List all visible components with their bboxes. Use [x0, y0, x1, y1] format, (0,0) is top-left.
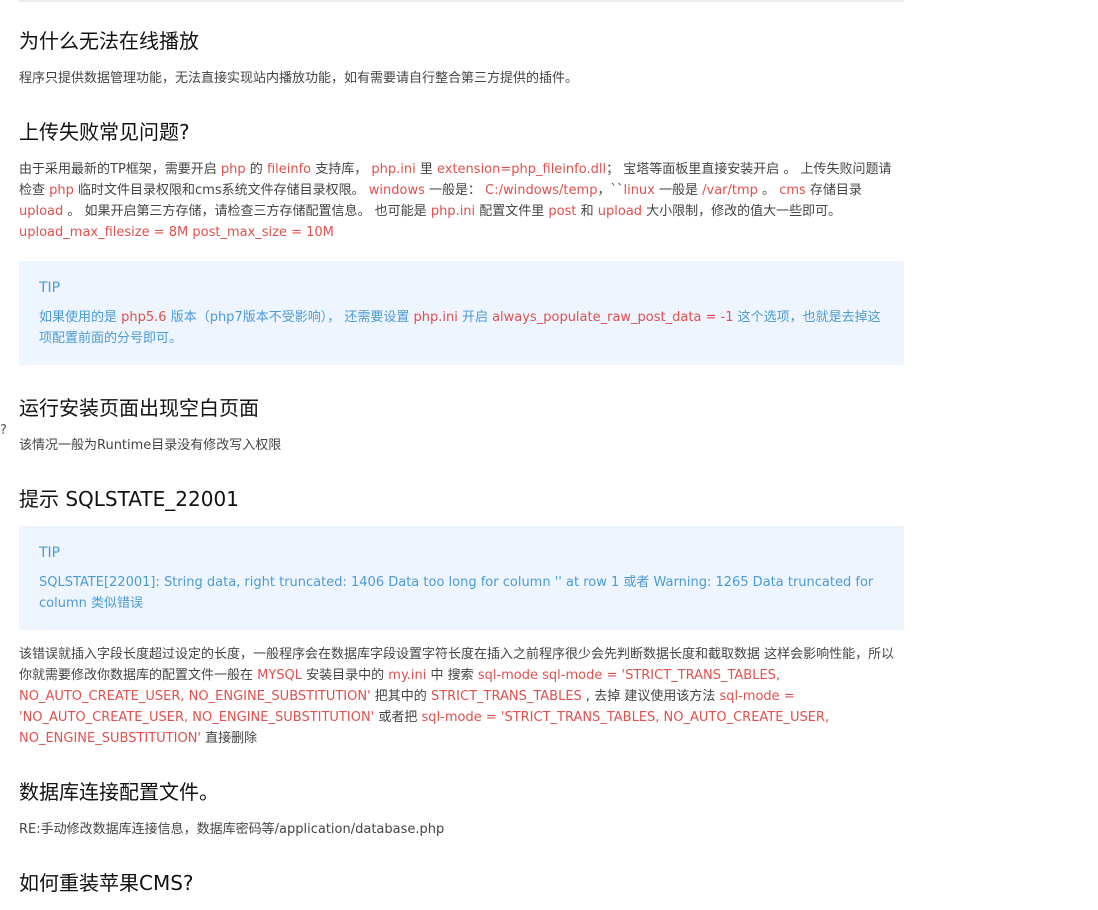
text: 直接删除: [201, 731, 258, 746]
code-inline: C:/windows/temp: [485, 183, 598, 198]
text: 的: [245, 162, 267, 177]
code-inline: cms: [779, 183, 806, 198]
heading-upload-failure: 上传失败常见问题?: [19, 120, 190, 144]
section-upload-failure: 上传失败常见问题? 由于采用最新的TP框架，需要开启 php 的 fileinf…: [19, 117, 904, 365]
text: 或者把: [374, 710, 422, 725]
top-divider: [19, 0, 904, 2]
code-inline: fileinfo: [266, 162, 312, 177]
heading-db-config: 数据库连接配置文件。: [19, 780, 219, 804]
tip-title: TIP: [39, 280, 61, 296]
text: 开启: [457, 310, 493, 325]
code-inline: always_populate_raw_post_data = -1: [492, 310, 734, 325]
section-online-play: 为什么无法在线播放 程序只提供数据管理功能，无法直接实现站内播放功能，如有需要请…: [19, 26, 904, 89]
paragraph-online-play: 程序只提供数据管理功能，无法直接实现站内播放功能，如有需要请自行整合第三方提供的…: [19, 71, 579, 86]
faq-content: 为什么无法在线播放 程序只提供数据管理功能，无法直接实现站内播放功能，如有需要请…: [19, 26, 904, 910]
text: 大小限制，修改的值大一些即可。: [642, 204, 842, 219]
code-inline: my.ini: [388, 668, 427, 683]
code-inline: STRICT_TRANS_TABLES: [430, 689, 582, 704]
paragraph-sqlstate: 该错误就插入字段长度超过设定的长度，一般程序会在数据库字段设置字符长度在插入之前…: [19, 644, 904, 749]
text: 。: [757, 183, 780, 198]
code-inline: php.ini: [371, 162, 416, 177]
code-inline: linux: [623, 183, 655, 198]
section-db-config: 数据库连接配置文件。 RE:手动修改数据库连接信息，数据库密码等/applica…: [19, 777, 904, 840]
text: 一般是：: [424, 183, 486, 198]
text: 里: [415, 162, 437, 177]
code-inline: post: [548, 204, 577, 219]
code-inline: php5.6: [121, 310, 167, 325]
tip-title: TIP: [39, 545, 61, 561]
text: 存储目录: [805, 183, 862, 198]
code-inline: windows: [368, 183, 425, 198]
text: 安装目录中的: [302, 668, 389, 683]
text: 把其中的: [370, 689, 431, 704]
paragraph-db-config: RE:手动修改数据库连接信息，数据库密码等/application/databa…: [19, 822, 445, 837]
tip-body: 如果使用的是 php5.6 版本（php7版本不受影响）， 还需要设置 php.…: [39, 307, 884, 349]
tip-box: TIP SQLSTATE[22001]: String data, right …: [19, 526, 904, 630]
text: 一般是: [654, 183, 703, 198]
section-sqlstate: 提示 SQLSTATE_22001 TIP SQLSTATE[22001]: S…: [19, 484, 904, 749]
heading-sqlstate: 提示 SQLSTATE_22001: [19, 487, 239, 511]
heading-online-play: 为什么无法在线播放: [19, 29, 199, 53]
paragraph-upload-failure: 由于采用最新的TP框架，需要开启 php 的 fileinfo 支持库， php…: [19, 159, 904, 243]
code-inline: php: [49, 183, 74, 198]
text: 和: [576, 204, 598, 219]
text: ，``: [597, 183, 624, 198]
heading-blank-install-page: 运行安装页面出现空白页面: [19, 396, 259, 420]
text: 如果使用的是: [39, 310, 122, 325]
text: 。 如果开启第三方存储，请检查三方存储配置信息。 也可能是: [63, 204, 431, 219]
code-inline: MYSQL: [257, 668, 303, 683]
paragraph-blank-install-page: 该情况一般为Runtime目录没有修改写入权限: [19, 438, 282, 453]
stray-question-mark: ?: [0, 423, 7, 438]
text: 配置文件里: [475, 204, 549, 219]
text: 支持库，: [311, 162, 372, 177]
tip-box: TIP 如果使用的是 php5.6 版本（php7版本不受影响）， 还需要设置 …: [19, 261, 904, 365]
text: , 去掉 建议使用该方法: [581, 689, 720, 704]
text: 临时文件目录权限和cms系统文件存储目录权限。: [73, 183, 369, 198]
code-inline: upload_max_filesize = 8M post_max_size =…: [19, 225, 334, 240]
text: 由于采用最新的TP框架，需要开启: [19, 162, 221, 177]
code-inline: php: [220, 162, 246, 177]
text: 中 搜索: [426, 668, 478, 683]
code-inline: /var/tmp: [702, 183, 758, 198]
code-inline: php.ini: [413, 310, 458, 325]
section-reinstall: 如何重装苹果CMS?: [19, 868, 904, 898]
code-inline: php.ini: [430, 204, 476, 219]
code-inline: upload: [597, 204, 643, 219]
tip-body: SQLSTATE[22001]: String data, right trun…: [39, 575, 874, 611]
code-inline: upload: [19, 204, 64, 219]
heading-reinstall: 如何重装苹果CMS?: [19, 871, 194, 895]
section-blank-install-page: 运行安装页面出现空白页面 该情况一般为Runtime目录没有修改写入权限: [19, 393, 904, 456]
code-inline: extension=php_fileinfo.dll: [437, 162, 607, 177]
text: 版本（php7版本不受影响）， 还需要设置: [166, 310, 414, 325]
